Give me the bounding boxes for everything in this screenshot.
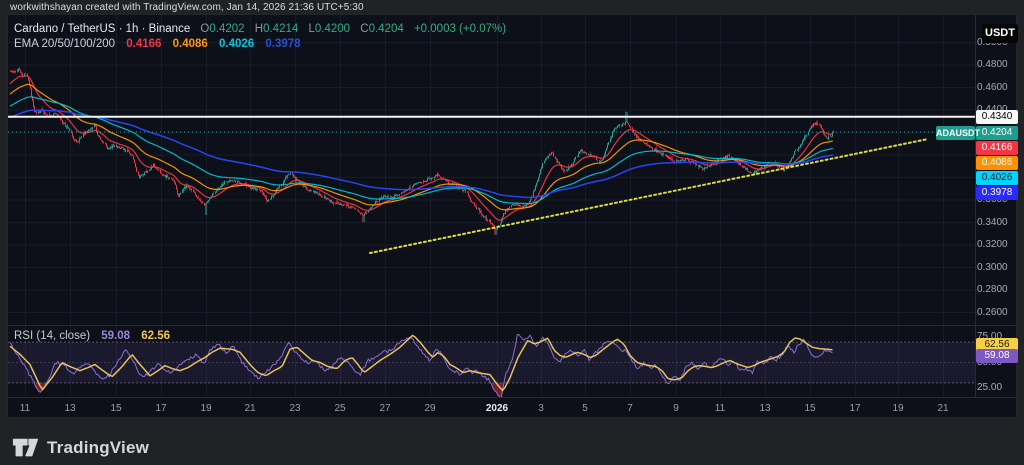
time-axis-label: 2026 [485, 403, 509, 414]
rsi-badge: 59.08 [976, 348, 1018, 363]
rsi-axis-label: 25.00 [977, 382, 1003, 393]
price-badge: 0.4026 [976, 170, 1018, 185]
ohlc-low-value: 0.4200 [314, 23, 351, 35]
time-axis-label: 15 [110, 403, 122, 414]
currency-toggle-button[interactable]: USDT [982, 24, 1018, 43]
time-axis-label: 27 [379, 403, 391, 414]
chart-canvas[interactable] [0, 0, 1024, 465]
tradingview-screenshot: workwithshayan created with TradingView.… [0, 0, 1024, 465]
ema200-value: 0.3978 [265, 38, 301, 50]
price-axis-label: 0.3400 [977, 216, 1008, 228]
price-axis-label: 0.4800 [977, 59, 1008, 70]
time-axis-label: 23 [289, 403, 301, 414]
time-axis-label: 19 [200, 403, 212, 414]
time-axis-label: 9 [673, 403, 679, 414]
rsi-legend[interactable]: RSI (14, close) 59.08 62.56 [14, 330, 170, 342]
tradingview-logo-text: TradingView [47, 437, 150, 457]
price-badge: 0.4340 [976, 110, 1018, 124]
time-axis-label: 21 [244, 403, 256, 414]
symbol-legend[interactable]: Cardano / TetherUS · 1h · Binance O0.420… [14, 23, 506, 35]
time-axis-label: 19 [892, 403, 904, 414]
tradingview-logo[interactable]: TradingView [12, 437, 149, 458]
time-axis-label: 11 [19, 403, 31, 414]
price-badge: 0.3978 [976, 185, 1018, 200]
rsi-yellow-value: 62.56 [141, 330, 171, 342]
symbol-price-badge: ADAUSDT [936, 125, 980, 140]
time-axis-label: 29 [424, 403, 436, 414]
rsi-purple-value: 59.08 [101, 330, 131, 342]
ohlc-high-label: H [254, 23, 264, 35]
ohlc-close-value: 0.4204 [368, 23, 404, 35]
change-value: +0.0003 (+0.07%) [413, 23, 507, 35]
ema50-value: 0.4086 [172, 38, 208, 50]
time-axis-label: 15 [804, 403, 816, 414]
ohlc-close-label: C [360, 23, 369, 35]
price-axis-label: 0.2800 [977, 284, 1008, 295]
symbol-title[interactable]: Cardano / TetherUS · 1h · Binance [14, 23, 190, 35]
time-axis-label: 11 [714, 403, 726, 414]
ema100-value: 0.4026 [219, 38, 255, 50]
rsi-label[interactable]: RSI (14, close) [14, 330, 90, 342]
time-axis-label: 17 [849, 403, 861, 414]
price-badge: 0.4086 [976, 155, 1018, 170]
time-axis-label: 5 [582, 403, 588, 414]
ohlc-high-value: 0.4214 [263, 23, 299, 35]
bottom-bar [0, 418, 1024, 465]
time-axis-label: 17 [155, 403, 167, 414]
ema-legend[interactable]: EMA 20/50/100/200 0.4166 0.4086 0.4026 0… [14, 38, 301, 50]
price-axis-label: 0.3000 [977, 261, 1008, 273]
price-axis-label: 0.4600 [977, 81, 1008, 93]
price-axis-label: 0.3200 [977, 239, 1008, 250]
time-axis-label: 13 [64, 403, 76, 414]
price-axis-label: 0.2600 [977, 306, 1008, 318]
ohlc-open-value: 0.4202 [209, 23, 245, 35]
time-axis-label: 13 [759, 403, 771, 414]
time-axis-label: 21 [937, 403, 949, 414]
time-axis-label: 3 [538, 403, 544, 414]
time-axis-label: 7 [627, 403, 633, 414]
price-badge: 0.4204 [976, 125, 1018, 140]
ema-label[interactable]: EMA 20/50/100/200 [14, 38, 115, 50]
time-axis-label: 25 [334, 403, 346, 414]
ema20-value: 0.4166 [126, 38, 162, 50]
price-badge: 0.4166 [976, 140, 1018, 155]
tradingview-logo-icon [12, 438, 39, 457]
